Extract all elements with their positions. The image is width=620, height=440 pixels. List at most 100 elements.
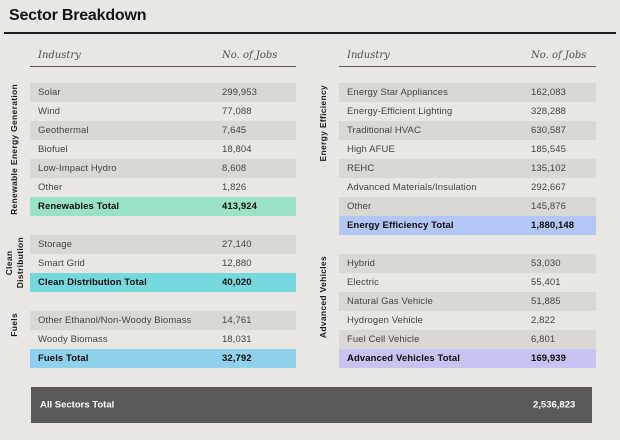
table-row: Advanced Materials/Insulation 292,667	[339, 178, 596, 197]
sector-label-gutter: Clean Distribution	[0, 235, 30, 292]
jobs-cell: 18,804	[222, 144, 252, 155]
table-row: Electric 55,401	[339, 273, 596, 292]
table-row: Solar 299,953	[30, 83, 296, 102]
industry-cell: Low-Impact Hydro	[38, 163, 117, 174]
sector-table: Other Ethanol/Non-Woody Biomass 14,761 W…	[30, 311, 296, 368]
industry-cell: Woody Biomass	[38, 334, 108, 345]
industry-cell: High AFUE	[347, 144, 395, 155]
left-column: Industry No. of Jobs Renewable Energy Ge…	[0, 34, 296, 368]
jobs-cell: 18,031	[222, 334, 252, 345]
right-column-header: Industry No. of Jobs	[339, 50, 596, 67]
sector-label: Energy Efficiency	[318, 85, 329, 162]
jobs-cell: 14,761	[222, 315, 252, 326]
all-sectors-total-label: All Sectors Total	[40, 399, 115, 411]
jobs-cell: 328,288	[531, 106, 567, 117]
table-row: Storage 27,140	[30, 235, 296, 254]
table-row: Wind 77,088	[30, 102, 296, 121]
industry-cell: Energy Efficiency Total	[347, 220, 454, 231]
table-row: Traditional HVAC 630,587	[339, 121, 596, 140]
jobs-cell: 145,876	[531, 201, 567, 212]
all-sectors-total-bar: All Sectors Total 2,536,823	[31, 387, 592, 423]
sector-section: Advanced Vehicles Hybrid 53,030 Electric…	[309, 254, 596, 368]
table-row: Hydrogen Vehicle 2,822	[339, 311, 596, 330]
sector-section: Clean Distribution Storage 27,140 Smart …	[0, 235, 296, 292]
table-row: Renewables Total 413,924	[30, 197, 296, 216]
industry-cell: Other Ethanol/Non-Woody Biomass	[38, 315, 192, 326]
jobs-cell: 32,792	[222, 353, 252, 364]
jobs-header: No. of Jobs	[531, 50, 587, 61]
right-column: Industry No. of Jobs Energy Efficiency E…	[309, 34, 596, 368]
sector-table: Hybrid 53,030 Electric 55,401 Natural Ga…	[339, 254, 596, 368]
jobs-cell: 2,822	[531, 315, 556, 326]
jobs-cell: 12,880	[222, 258, 252, 269]
jobs-cell: 51,885	[531, 296, 561, 307]
jobs-cell: 185,545	[531, 144, 567, 155]
industry-cell: Storage	[38, 239, 72, 250]
industry-cell: Other	[38, 182, 63, 193]
sector-table: Solar 299,953 Wind 77,088 Geothermal 7,6…	[30, 83, 296, 216]
industry-cell: Energy-Efficient Lighting	[347, 106, 453, 117]
sector-label: Clean Distribution	[3, 237, 25, 289]
sector-table: Storage 27,140 Smart Grid 12,880 Clean D…	[30, 235, 296, 292]
industry-cell: Energy Star Appliances	[347, 87, 448, 98]
industry-cell: Other	[347, 201, 372, 212]
jobs-cell: 162,083	[531, 87, 567, 98]
table-row: Natural Gas Vehicle 51,885	[339, 292, 596, 311]
industry-cell: Fuel Cell Vehicle	[347, 334, 420, 345]
jobs-cell: 299,953	[222, 87, 258, 98]
table-row: Geothermal 7,645	[30, 121, 296, 140]
jobs-cell: 630,587	[531, 125, 567, 136]
jobs-cell: 169,939	[531, 353, 567, 364]
jobs-cell: 413,924	[222, 201, 258, 212]
industry-cell: Hybrid	[347, 258, 376, 269]
jobs-cell: 40,020	[222, 277, 252, 288]
table-row: Other 1,826	[30, 178, 296, 197]
all-sectors-total-value: 2,536,823	[533, 399, 576, 411]
industry-cell: Electric	[347, 277, 379, 288]
table-row: High AFUE 185,545	[339, 140, 596, 159]
table-row: Other 145,876	[339, 197, 596, 216]
jobs-cell: 292,667	[531, 182, 567, 193]
industry-header: Industry	[347, 50, 390, 61]
jobs-header: No. of Jobs	[222, 50, 278, 61]
jobs-cell: 1,826	[222, 182, 247, 193]
jobs-cell: 7,645	[222, 125, 247, 136]
industry-cell: Advanced Vehicles Total	[347, 353, 460, 364]
table-row: Smart Grid 12,880	[30, 254, 296, 273]
table-row: Fuel Cell Vehicle 6,801	[339, 330, 596, 349]
left-column-header: Industry No. of Jobs	[30, 50, 296, 67]
left-sections: Renewable Energy Generation Solar 299,95…	[0, 83, 296, 368]
industry-cell: Wind	[38, 106, 61, 117]
jobs-cell: 1,880,148	[531, 220, 575, 231]
industry-cell: Advanced Materials/Insulation	[347, 182, 477, 193]
sector-label-gutter: Energy Efficiency	[309, 83, 339, 235]
table-row: Energy-Efficient Lighting 328,288	[339, 102, 596, 121]
industry-cell: Fuels Total	[38, 353, 89, 364]
industry-cell: Smart Grid	[38, 258, 85, 269]
jobs-cell: 77,088	[222, 106, 252, 117]
table-row: Hybrid 53,030	[339, 254, 596, 273]
industry-cell: Renewables Total	[38, 201, 120, 212]
sector-label: Fuels	[9, 313, 20, 337]
sector-table: Energy Star Appliances 162,083 Energy-Ef…	[339, 83, 596, 235]
sector-label-gutter: Renewable Energy Generation	[0, 83, 30, 216]
jobs-cell: 6,801	[531, 334, 556, 345]
sector-label-gutter: Advanced Vehicles	[309, 254, 339, 368]
table-row: Energy Efficiency Total 1,880,148	[339, 216, 596, 235]
industry-cell: Natural Gas Vehicle	[347, 296, 433, 307]
content: Industry No. of Jobs Renewable Energy Ge…	[0, 34, 620, 368]
industry-cell: Solar	[38, 87, 61, 98]
industry-header: Industry	[38, 50, 81, 61]
industry-cell: Geothermal	[38, 125, 89, 136]
sector-label-gutter: Fuels	[0, 311, 30, 368]
table-row: Energy Star Appliances 162,083	[339, 83, 596, 102]
page-title: Sector Breakdown	[9, 7, 147, 24]
table-row: Low-Impact Hydro 8,608	[30, 159, 296, 178]
table-row: REHC 135,102	[339, 159, 596, 178]
table-row: Woody Biomass 18,031	[30, 330, 296, 349]
table-row: Biofuel 18,804	[30, 140, 296, 159]
table-row: Other Ethanol/Non-Woody Biomass 14,761	[30, 311, 296, 330]
jobs-cell: 27,140	[222, 239, 252, 250]
sector-section: Fuels Other Ethanol/Non-Woody Biomass 14…	[0, 311, 296, 368]
industry-cell: Biofuel	[38, 144, 68, 155]
